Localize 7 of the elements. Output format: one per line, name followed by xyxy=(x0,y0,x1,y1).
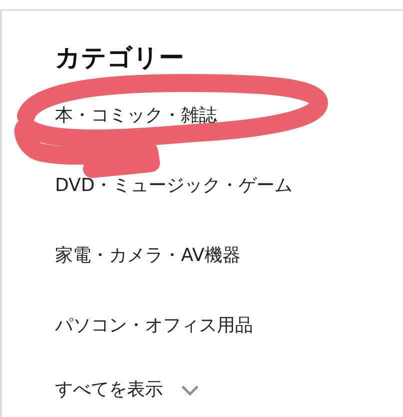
category-link[interactable]: 本・コミック・雑誌 xyxy=(55,103,403,129)
category-link[interactable]: 家電・カメラ・AV機器 xyxy=(55,243,403,269)
category-link[interactable]: DVD・ミュージック・ゲーム xyxy=(55,173,403,199)
category-heading: カテゴリー xyxy=(55,42,185,74)
chevron-down-icon xyxy=(181,384,199,396)
show-all-button[interactable]: すべてを表示 xyxy=(55,377,199,403)
category-link[interactable]: パソコン・オフィス用品 xyxy=(55,313,403,339)
